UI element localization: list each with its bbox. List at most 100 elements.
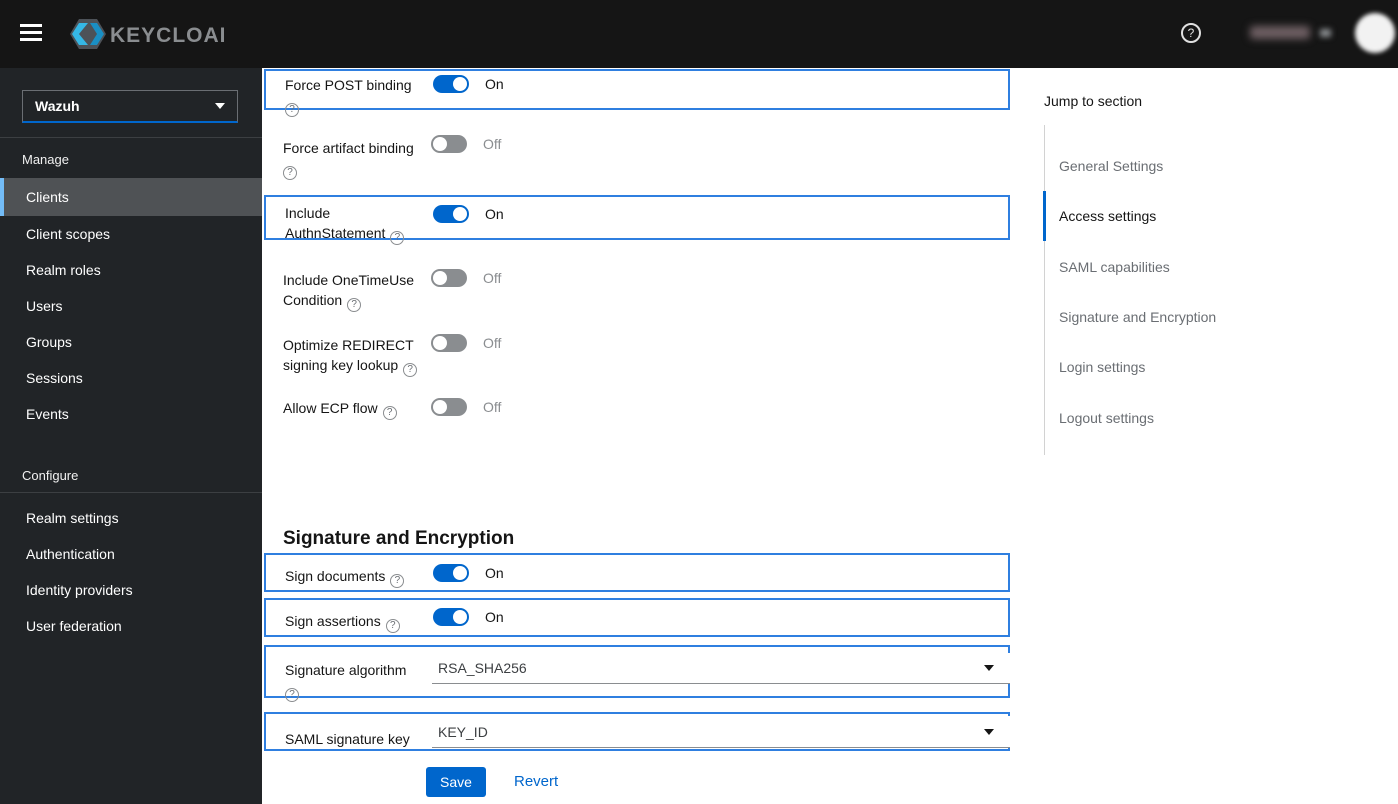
save-button[interactable]: Save: [426, 767, 486, 797]
toggle-knob: [433, 271, 447, 285]
realm-selector[interactable]: Wazuh: [22, 90, 238, 123]
username-blurred[interactable]: [1250, 26, 1310, 39]
field-label-text: Force artifact binding: [283, 140, 414, 156]
realm-selector-value: Wazuh: [35, 98, 80, 114]
allow-ecp-flow-toggle[interactable]: [431, 398, 467, 416]
field-label-signature-algorithm: Signature algorithm?: [285, 660, 435, 702]
field-label-text: Allow ECP flow: [283, 400, 378, 416]
toggle-state-label: On: [485, 609, 504, 625]
sidebar-divider: [0, 492, 262, 493]
help-icon[interactable]: ?: [1181, 23, 1201, 43]
toggle-group-sign-assertions: On: [433, 608, 504, 626]
form-row-force-post-binding: Force POST binding? On: [264, 69, 1010, 117]
select-value: KEY_ID: [438, 723, 488, 740]
jump-link-saml-capabilities[interactable]: SAML capabilities: [1043, 242, 1263, 292]
field-label-include-authnstatement: Include AuthnStatement?: [285, 203, 435, 245]
toggle-group-sign-documents: On: [433, 564, 504, 582]
help-icon[interactable]: ?: [382, 406, 397, 420]
nav-group-title-manage: Manage: [22, 152, 69, 167]
sidebar-item-identity-providers[interactable]: Identity providers: [0, 572, 262, 608]
sidebar-item-realm-roles[interactable]: Realm roles: [0, 252, 262, 288]
help-icon[interactable]: ?: [285, 103, 299, 117]
help-icon[interactable]: ?: [390, 574, 405, 588]
field-label-force-post-binding: Force POST binding?: [285, 75, 435, 117]
toggle-state-label: Off: [483, 335, 502, 351]
toggle-knob: [433, 336, 447, 350]
sidebar-item-label: Groups: [26, 334, 72, 350]
saml-signature-key-select[interactable]: KEY_ID: [432, 716, 1010, 748]
jump-link-access-settings[interactable]: Access settings: [1043, 191, 1263, 241]
include-onetimeuse-condition-toggle[interactable]: [431, 269, 467, 287]
form-row-sign-assertions: Sign assertions? On: [264, 598, 1010, 637]
sidebar-item-groups[interactable]: Groups: [0, 324, 262, 360]
toggle-knob: [453, 610, 467, 624]
field-label-sign-documents: Sign documents?: [285, 566, 435, 588]
user-menu-chevron-icon[interactable]: [1320, 29, 1331, 37]
field-label-text: Sign documents: [285, 568, 386, 584]
toggle-group-force-post-binding: On: [433, 75, 504, 93]
avatar[interactable]: [1355, 13, 1395, 53]
sidebar-item-user-federation[interactable]: User federation: [0, 608, 262, 644]
sidebar-item-label: Events: [26, 406, 69, 422]
help-icon[interactable]: ?: [347, 298, 362, 312]
help-icon[interactable]: ?: [390, 231, 405, 245]
toggle-knob: [433, 137, 447, 151]
force-post-binding-toggle[interactable]: [433, 75, 469, 93]
sidebar-item-label: Users: [26, 298, 63, 314]
help-icon[interactable]: ?: [285, 688, 299, 702]
toggle-state-label: Off: [483, 399, 502, 415]
toggle-knob: [453, 566, 467, 580]
sidebar-divider: [0, 137, 262, 138]
toggle-state-label: Off: [483, 136, 502, 152]
jump-link-general-settings[interactable]: General Settings: [1043, 141, 1263, 191]
chevron-down-icon: [984, 728, 994, 735]
sidebar-item-clients[interactable]: Clients: [0, 178, 262, 216]
sidebar-item-realm-settings[interactable]: Realm settings: [0, 500, 262, 536]
toggle-group-allow-ecp-flow: Off: [431, 398, 501, 416]
sign-assertions-toggle[interactable]: [433, 608, 469, 626]
field-label-text: Sign assertions: [285, 613, 381, 629]
field-label-sign-assertions: Sign assertions?: [285, 611, 435, 633]
form-row-saml-signature-key: SAML signature key KEY_ID: [264, 712, 1010, 751]
field-label-text: SAML signature key: [285, 731, 410, 747]
nav-list-configure: Realm settings Authentication Identity pro…: [0, 500, 262, 644]
field-label-text: Signature algorithm: [285, 662, 407, 678]
form-row-include-authnstatement: Include AuthnStatement? On: [264, 195, 1010, 245]
revert-link[interactable]: Revert: [514, 773, 558, 790]
chevron-down-icon: [215, 103, 225, 109]
toggle-group-optimize-redirect-signing-key-lookup: Off: [431, 334, 501, 352]
masthead: KEYCLOAK ?: [0, 0, 1398, 68]
jump-link-label: General Settings: [1059, 158, 1164, 174]
sidebar-item-label: Clients: [26, 189, 69, 205]
jump-link-label: SAML capabilities: [1059, 259, 1170, 275]
help-icon[interactable]: ?: [283, 166, 297, 180]
sign-documents-toggle[interactable]: [433, 564, 469, 582]
include-authnstatement-toggle[interactable]: [433, 205, 469, 223]
jump-link-logout-settings[interactable]: Logout settings: [1043, 393, 1263, 443]
signature-algorithm-select[interactable]: RSA_SHA256: [432, 653, 1010, 684]
field-label-include-onetimeuse-condition: Include OneTimeUse Condition?: [283, 270, 433, 312]
field-label-text: Optimize REDIRECT: [283, 337, 414, 353]
help-icon[interactable]: ?: [403, 363, 418, 377]
toggle-knob: [433, 400, 447, 414]
select-value: RSA_SHA256: [438, 660, 527, 676]
form-row-sign-documents: Sign documents? On: [264, 553, 1010, 592]
force-artifact-binding-toggle[interactable]: [431, 135, 467, 153]
sidebar-item-authentication[interactable]: Authentication: [0, 536, 262, 572]
chevron-down-icon: [984, 665, 994, 671]
keycloak-logo: KEYCLOAK: [64, 16, 235, 57]
sidebar-item-users[interactable]: Users: [0, 288, 262, 324]
optimize-redirect-signing-key-lookup-toggle[interactable]: [431, 334, 467, 352]
jump-link-label: Signature and Encryption: [1059, 309, 1217, 325]
sidebar-item-sessions[interactable]: Sessions: [0, 360, 262, 396]
sidebar-item-events[interactable]: Events: [0, 396, 262, 432]
jump-link-login-settings[interactable]: Login settings: [1043, 342, 1263, 392]
hamburger-menu-icon[interactable]: [20, 24, 44, 44]
form-row-include-onetimeuse-condition: Include OneTimeUse Condition? Off: [264, 262, 1010, 314]
help-icon[interactable]: ?: [385, 619, 400, 633]
nav-group-title-configure: Configure: [22, 468, 79, 483]
sidebar-item-label: Identity providers: [26, 582, 133, 598]
form-row-optimize-redirect-signing-key-lookup: Optimize REDIRECT signing key lookup? Off: [264, 327, 1010, 379]
sidebar-item-client-scopes[interactable]: Client scopes: [0, 216, 262, 252]
jump-link-signature-and-encryption[interactable]: Signature and Encryption: [1043, 292, 1263, 342]
